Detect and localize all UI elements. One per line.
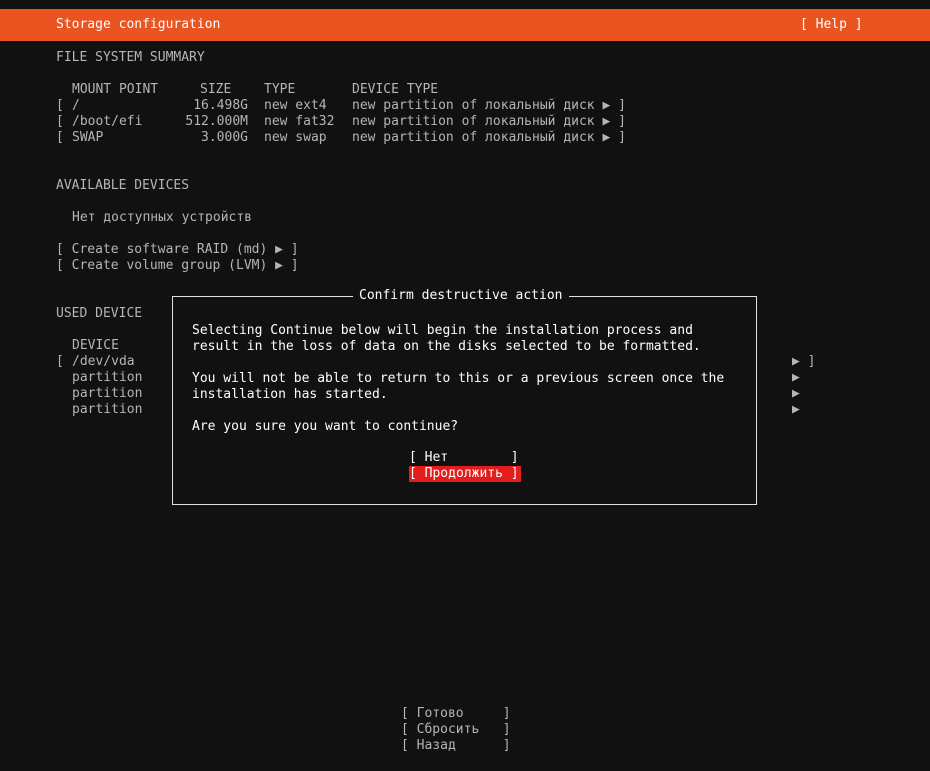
row-arrow-icon: ▶: [792, 370, 800, 385]
size: 16.498G: [193, 98, 248, 113]
help-button[interactable]: [ Help ]: [800, 17, 863, 33]
fs-type: new swap: [264, 130, 327, 145]
dialog-text-line: You will not be able to return to this o…: [192, 371, 725, 386]
device-name: partition: [72, 370, 143, 385]
device-name: /dev/vda: [72, 354, 135, 369]
fs-summary-heading: FILE SYSTEM SUMMARY: [56, 50, 205, 65]
dialog-text-line: result in the loss of data on the disks …: [192, 339, 701, 354]
device-type: new partition of локальный диск ▶ ]: [352, 130, 626, 145]
no-devices-text: Нет доступных устройств: [72, 210, 253, 225]
col-size: SIZE: [200, 82, 232, 97]
size: 512.000M: [185, 114, 248, 129]
done-button[interactable]: [ Готово ]: [401, 706, 511, 722]
device-name: partition: [72, 386, 143, 401]
create-raid-button[interactable]: [ Create software RAID (md) ▶ ]: [56, 242, 299, 258]
device-type: new partition of локальный диск ▶ ]: [352, 114, 626, 129]
reset-button[interactable]: [ Сбросить ]: [401, 722, 511, 738]
dialog-question: Are you sure you want to continue?: [192, 419, 459, 434]
back-button[interactable]: [ Назад ]: [401, 738, 511, 754]
row-bracket: [: [56, 114, 64, 129]
col-device-type: DEVICE TYPE: [352, 82, 439, 97]
dialog-text-line: Selecting Continue below will begin the …: [192, 323, 693, 338]
mount-point: SWAP: [72, 130, 104, 145]
available-devices-heading: AVAILABLE DEVICES: [56, 178, 190, 193]
mount-point: /: [72, 98, 80, 113]
used-devices-heading: USED DEVICE: [56, 306, 143, 321]
row-bracket: [: [56, 130, 64, 145]
continue-button[interactable]: [ Продолжить ]: [409, 466, 521, 482]
confirm-dialog: Confirm destructive action Selecting Con…: [172, 288, 757, 505]
fs-type: new ext4: [264, 98, 327, 113]
page-title: Storage configuration: [56, 17, 221, 32]
fs-type: new fat32: [264, 114, 335, 129]
size: 3.000G: [201, 130, 248, 145]
col-mount-point: MOUNT POINT: [72, 82, 159, 97]
dialog-text-line: installation has started.: [192, 387, 388, 402]
no-button[interactable]: [ Нет ]: [409, 450, 521, 466]
device-name: partition: [72, 402, 143, 417]
header-bar: Storage configuration [ Help ]: [0, 9, 930, 41]
device-type: new partition of локальный диск ▶ ]: [352, 98, 626, 113]
dialog-title: Confirm destructive action: [353, 288, 569, 304]
row-arrow-icon: ▶: [792, 386, 800, 401]
row-arrow-icon: ▶: [792, 402, 800, 417]
col-type: TYPE: [264, 82, 296, 97]
row-arrow-icon: ▶ ]: [792, 354, 816, 369]
row-bracket: [: [56, 98, 64, 113]
mount-point: /boot/efi: [72, 114, 143, 129]
row-bracket: [: [56, 354, 64, 369]
col-device: DEVICE: [72, 338, 119, 353]
create-lvm-button[interactable]: [ Create volume group (LVM) ▶ ]: [56, 258, 299, 274]
